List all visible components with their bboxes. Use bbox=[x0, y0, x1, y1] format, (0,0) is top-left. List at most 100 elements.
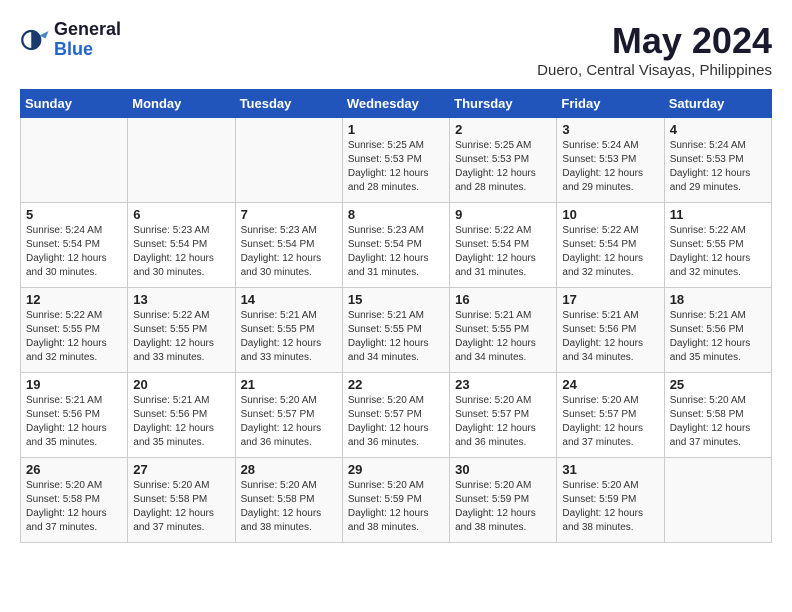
calendar-cell: 3 Sunrise: 5:24 AM Sunset: 5:53 PM Daylig… bbox=[557, 118, 664, 203]
calendar-cell: 11Sunrise: 5:22 AM Sunset: 5:55 PM Dayli… bbox=[664, 203, 771, 288]
weekday-header: Tuesday bbox=[235, 90, 342, 118]
calendar-cell: 19Sunrise: 5:21 AM Sunset: 5:56 PM Dayli… bbox=[21, 373, 128, 458]
day-number: 14 bbox=[241, 292, 337, 307]
day-number: 31 bbox=[562, 462, 658, 477]
weekday-header: Monday bbox=[128, 90, 235, 118]
calendar-cell: 21 Sunrise: 5:20 AM Sunset: 5:57 PM Dayli… bbox=[235, 373, 342, 458]
day-info: Sunrise: 5:20 AM Sunset: 5:57 PM Dayligh… bbox=[348, 394, 444, 450]
day-info: Sunrise: 5:21 AM Sunset: 5:56 PM Dayligh… bbox=[562, 309, 658, 365]
day-number: 3 bbox=[562, 122, 658, 137]
day-info: Sunrise: 5:25 AM Sunset: 5:53 PM Dayligh… bbox=[455, 139, 551, 195]
calendar-cell: 13 Sunrise: 5:22 AM Sunset: 5:55 PM Dayli… bbox=[128, 288, 235, 373]
calendar-week-row: 5 Sunrise: 5:24 AM Sunset: 5:54 PM Daylig… bbox=[21, 203, 772, 288]
page-header: General Blue May 2024 Duero, Central Vis… bbox=[20, 20, 772, 79]
day-number: 10 bbox=[562, 207, 658, 222]
day-number: 4 bbox=[670, 122, 766, 137]
day-number: 16 bbox=[455, 292, 551, 307]
calendar-cell: 28 Sunrise: 5:20 AM Sunset: 5:58 PM Dayli… bbox=[235, 458, 342, 543]
calendar-cell: 25 Sunrise: 5:20 AM Sunset: 5:58 PM Dayli… bbox=[664, 373, 771, 458]
day-number: 12 bbox=[26, 292, 122, 307]
day-number: 28 bbox=[241, 462, 337, 477]
weekday-header: Saturday bbox=[664, 90, 771, 118]
title-block: May 2024 Duero, Central Visayas, Philipp… bbox=[537, 20, 772, 79]
day-number: 1 bbox=[348, 122, 444, 137]
calendar-week-row: 12 Sunrise: 5:22 AM Sunset: 5:55 PM Dayli… bbox=[21, 288, 772, 373]
day-number: 29 bbox=[348, 462, 444, 477]
day-number: 5 bbox=[26, 207, 122, 222]
weekday-header: Wednesday bbox=[342, 90, 449, 118]
calendar-cell: 12 Sunrise: 5:22 AM Sunset: 5:55 PM Dayli… bbox=[21, 288, 128, 373]
day-number: 7 bbox=[241, 207, 337, 222]
day-info: Sunrise: 5:23 AM Sunset: 5:54 PM Dayligh… bbox=[348, 224, 444, 280]
day-number: 8 bbox=[348, 207, 444, 222]
day-info: Sunrise: 5:20 AM Sunset: 5:58 PM Dayligh… bbox=[241, 479, 337, 535]
calendar-cell: 7 Sunrise: 5:23 AM Sunset: 5:54 PM Daylig… bbox=[235, 203, 342, 288]
calendar-cell: 27Sunrise: 5:20 AM Sunset: 5:58 PM Dayli… bbox=[128, 458, 235, 543]
day-info: Sunrise: 5:21 AM Sunset: 5:55 PM Dayligh… bbox=[348, 309, 444, 365]
day-info: Sunrise: 5:24 AM Sunset: 5:53 PM Dayligh… bbox=[562, 139, 658, 195]
day-number: 26 bbox=[26, 462, 122, 477]
calendar-week-row: 26 Sunrise: 5:20 AM Sunset: 5:58 PM Dayli… bbox=[21, 458, 772, 543]
calendar-cell: 29 Sunrise: 5:20 AM Sunset: 5:59 PM Dayli… bbox=[342, 458, 449, 543]
day-number: 23 bbox=[455, 377, 551, 392]
day-info: Sunrise: 5:21 AM Sunset: 5:56 PM Dayligh… bbox=[133, 394, 229, 450]
calendar-cell: 31 Sunrise: 5:20 AM Sunset: 5:59 PM Dayli… bbox=[557, 458, 664, 543]
weekday-header: Friday bbox=[557, 90, 664, 118]
day-number: 27 bbox=[133, 462, 229, 477]
day-number: 20 bbox=[133, 377, 229, 392]
calendar-cell: 22 Sunrise: 5:20 AM Sunset: 5:57 PM Dayli… bbox=[342, 373, 449, 458]
day-info: Sunrise: 5:24 AM Sunset: 5:54 PM Dayligh… bbox=[26, 224, 122, 280]
day-info: Sunrise: 5:20 AM Sunset: 5:59 PM Dayligh… bbox=[348, 479, 444, 535]
day-number: 15 bbox=[348, 292, 444, 307]
calendar-cell bbox=[128, 118, 235, 203]
day-info: Sunrise: 5:22 AM Sunset: 5:55 PM Dayligh… bbox=[26, 309, 122, 365]
calendar-week-row: 1 Sunrise: 5:25 AM Sunset: 5:53 PM Daylig… bbox=[21, 118, 772, 203]
day-info: Sunrise: 5:20 AM Sunset: 5:58 PM Dayligh… bbox=[670, 394, 766, 450]
calendar-cell bbox=[21, 118, 128, 203]
day-info: Sunrise: 5:20 AM Sunset: 5:57 PM Dayligh… bbox=[241, 394, 337, 450]
calendar-cell: 9 Sunrise: 5:22 AM Sunset: 5:54 PM Daylig… bbox=[450, 203, 557, 288]
day-number: 19 bbox=[26, 377, 122, 392]
calendar-cell: 4 Sunrise: 5:24 AM Sunset: 5:53 PM Daylig… bbox=[664, 118, 771, 203]
day-info: Sunrise: 5:21 AM Sunset: 5:55 PM Dayligh… bbox=[455, 309, 551, 365]
calendar-table: SundayMondayTuesdayWednesdayThursdayFrid… bbox=[20, 89, 772, 543]
day-info: Sunrise: 5:25 AM Sunset: 5:53 PM Dayligh… bbox=[348, 139, 444, 195]
day-number: 2 bbox=[455, 122, 551, 137]
calendar-cell: 2 Sunrise: 5:25 AM Sunset: 5:53 PM Daylig… bbox=[450, 118, 557, 203]
weekday-header: Sunday bbox=[21, 90, 128, 118]
calendar-cell: 18 Sunrise: 5:21 AM Sunset: 5:56 PM Dayli… bbox=[664, 288, 771, 373]
day-number: 13 bbox=[133, 292, 229, 307]
weekday-header: Thursday bbox=[450, 90, 557, 118]
calendar-cell: 15 Sunrise: 5:21 AM Sunset: 5:55 PM Dayli… bbox=[342, 288, 449, 373]
day-info: Sunrise: 5:21 AM Sunset: 5:56 PM Dayligh… bbox=[670, 309, 766, 365]
calendar-cell: 10Sunrise: 5:22 AM Sunset: 5:54 PM Dayli… bbox=[557, 203, 664, 288]
day-info: Sunrise: 5:20 AM Sunset: 5:59 PM Dayligh… bbox=[562, 479, 658, 535]
day-number: 9 bbox=[455, 207, 551, 222]
day-info: Sunrise: 5:22 AM Sunset: 5:54 PM Dayligh… bbox=[455, 224, 551, 280]
calendar-cell: 23Sunrise: 5:20 AM Sunset: 5:57 PM Dayli… bbox=[450, 373, 557, 458]
calendar-cell: 6Sunrise: 5:23 AM Sunset: 5:54 PM Daylig… bbox=[128, 203, 235, 288]
day-number: 18 bbox=[670, 292, 766, 307]
day-number: 22 bbox=[348, 377, 444, 392]
logo-text: General Blue bbox=[54, 20, 121, 60]
day-number: 6 bbox=[133, 207, 229, 222]
calendar-cell bbox=[235, 118, 342, 203]
weekday-header-row: SundayMondayTuesdayWednesdayThursdayFrid… bbox=[21, 90, 772, 118]
day-info: Sunrise: 5:22 AM Sunset: 5:55 PM Dayligh… bbox=[133, 309, 229, 365]
day-info: Sunrise: 5:24 AM Sunset: 5:53 PM Dayligh… bbox=[670, 139, 766, 195]
location: Duero, Central Visayas, Philippines bbox=[537, 62, 772, 79]
day-info: Sunrise: 5:20 AM Sunset: 5:59 PM Dayligh… bbox=[455, 479, 551, 535]
calendar-cell: 30Sunrise: 5:20 AM Sunset: 5:59 PM Dayli… bbox=[450, 458, 557, 543]
day-number: 25 bbox=[670, 377, 766, 392]
day-number: 21 bbox=[241, 377, 337, 392]
day-info: Sunrise: 5:21 AM Sunset: 5:55 PM Dayligh… bbox=[241, 309, 337, 365]
day-number: 11 bbox=[670, 207, 766, 222]
logo: General Blue bbox=[20, 20, 121, 60]
calendar-cell: 24Sunrise: 5:20 AM Sunset: 5:57 PM Dayli… bbox=[557, 373, 664, 458]
calendar-week-row: 19 Sunrise: 5:21 AM Sunset: 5:56 PM Dayli… bbox=[21, 373, 772, 458]
day-info: Sunrise: 5:23 AM Sunset: 5:54 PM Dayligh… bbox=[241, 224, 337, 280]
logo-icon bbox=[20, 25, 50, 55]
calendar-cell: 17Sunrise: 5:21 AM Sunset: 5:56 PM Dayli… bbox=[557, 288, 664, 373]
calendar-cell: 14 Sunrise: 5:21 AM Sunset: 5:55 PM Dayli… bbox=[235, 288, 342, 373]
calendar-cell: 1 Sunrise: 5:25 AM Sunset: 5:53 PM Daylig… bbox=[342, 118, 449, 203]
